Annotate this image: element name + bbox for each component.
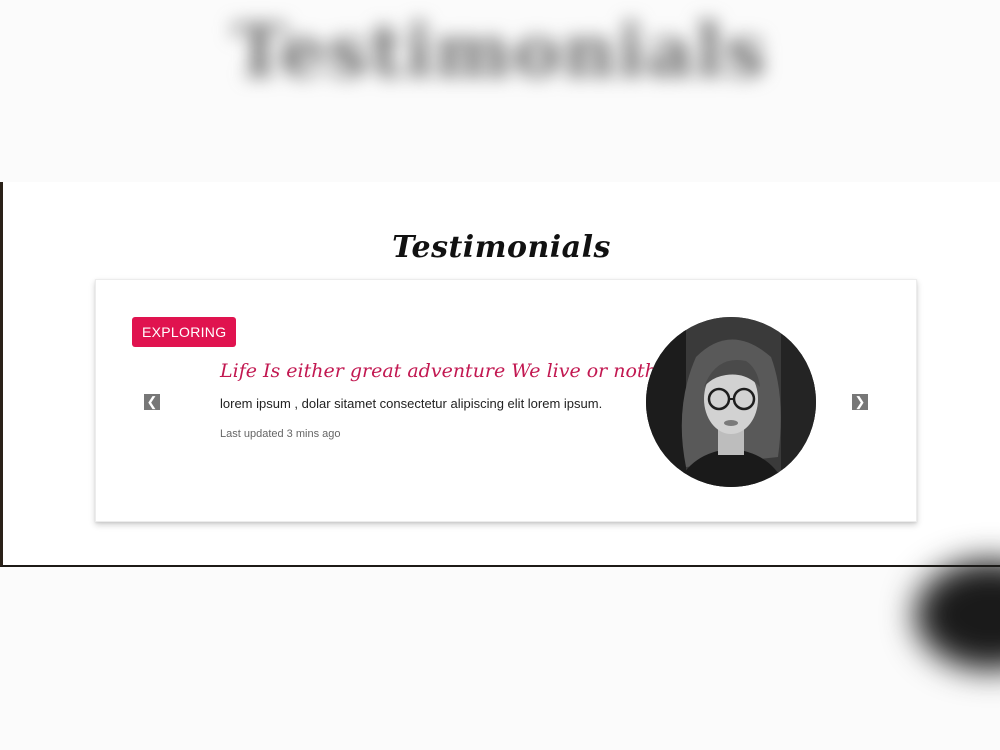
category-badge: EXPLORING — [132, 317, 237, 347]
testimonial-description: lorem ipsum , dolar sitamet consectetur … — [220, 396, 603, 411]
section-title: Testimonials — [392, 230, 611, 265]
chevron-right-icon: ❯ — [854, 394, 866, 409]
blurred-decoration — [915, 560, 1000, 670]
chevron-left-icon: ❮ — [146, 394, 158, 409]
last-updated-text: Last updated 3 mins ago — [220, 428, 341, 440]
avatar — [646, 317, 816, 487]
page: Testimonials Testimonials EXPLORING ❮ Li… — [0, 0, 1000, 750]
prev-button[interactable]: ❮ — [144, 394, 160, 410]
blurred-heading: Testimonials — [0, 0, 1000, 100]
testimonials-section: Testimonials EXPLORING ❮ Life Is either … — [0, 182, 1000, 567]
avatar-image — [646, 317, 816, 487]
next-button[interactable]: ❯ — [852, 394, 868, 410]
blurred-heading-text: Testimonials — [232, 7, 768, 93]
testimonial-quote: Life Is either great adventure We live o… — [220, 360, 700, 382]
testimonial-card: EXPLORING ❮ Life Is either great adventu… — [95, 279, 917, 522]
